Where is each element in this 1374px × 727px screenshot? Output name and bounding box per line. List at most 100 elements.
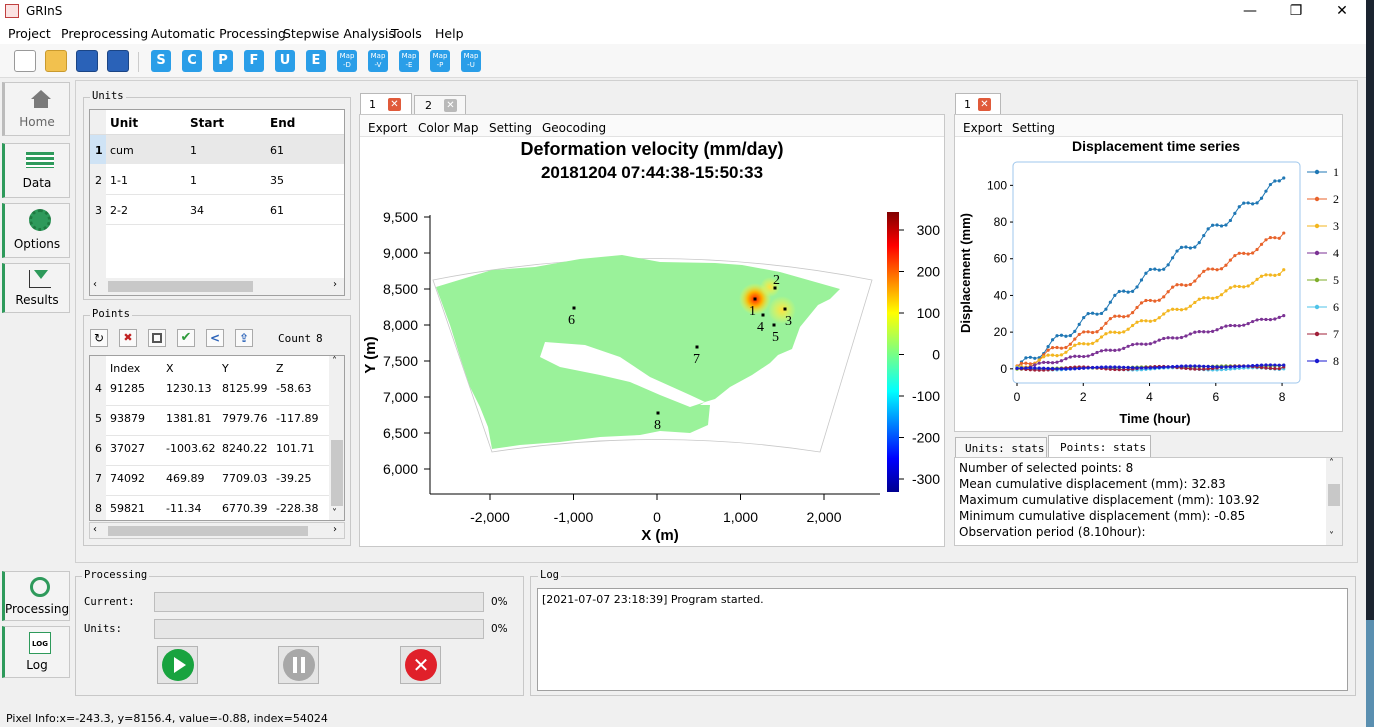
map-e-button[interactable]: Map -E xyxy=(399,50,419,72)
share-icon[interactable]: < xyxy=(206,329,224,347)
data-point xyxy=(1264,189,1268,193)
close-tab-icon[interactable]: ✕ xyxy=(444,99,457,112)
stats-scrollbar[interactable]: ˄ ˅ xyxy=(1326,458,1342,545)
map-point-marker[interactable] xyxy=(572,306,576,310)
map-menu-setting[interactable]: Setting xyxy=(489,121,532,135)
chart-x-tick-label: 0 xyxy=(1014,390,1021,404)
step-f-button[interactable]: F xyxy=(244,50,264,72)
delete-icon[interactable]: ✖ xyxy=(119,329,137,347)
pause-button[interactable] xyxy=(278,646,319,684)
menu-project[interactable]: Project xyxy=(8,26,51,41)
open-folder-icon[interactable] xyxy=(45,50,67,72)
points-header-x: X xyxy=(166,362,174,375)
data-point xyxy=(1144,298,1148,303)
refresh-icon[interactable]: ↻ xyxy=(90,329,108,347)
close-tab-icon[interactable]: ✕ xyxy=(978,98,991,111)
step-u-button[interactable]: U xyxy=(275,50,295,72)
ts-tab-1[interactable]: 1 ✕ xyxy=(955,93,1001,115)
sidebar-options[interactable]: Options xyxy=(2,203,70,258)
units-row[interactable] xyxy=(106,165,344,194)
close-window-button[interactable]: ✕ xyxy=(1319,0,1365,22)
sidebar-processing[interactable]: Processing xyxy=(2,571,70,621)
data-point xyxy=(1259,363,1264,367)
scroll-up-icon[interactable]: ˄ xyxy=(332,356,337,367)
data-point xyxy=(1215,268,1219,272)
colorbar-ticks: 300 200 100 0 -100 -200 -300 xyxy=(899,222,940,487)
data-point xyxy=(1259,196,1264,200)
start-button[interactable] xyxy=(157,646,198,684)
stop-button[interactable]: ✕ xyxy=(400,646,441,684)
stats-text-box[interactable]: Number of selected points: 8 Mean cumula… xyxy=(954,457,1343,546)
sidebar-results[interactable]: Results xyxy=(2,263,70,313)
map-v-button[interactable]: Map -V xyxy=(368,50,388,72)
restore-button[interactable]: ❐ xyxy=(1273,0,1319,22)
sidebar-home[interactable]: Home xyxy=(2,82,70,136)
map-menu-color-map[interactable]: Color Map xyxy=(418,121,478,135)
save-points-icon[interactable] xyxy=(148,329,166,347)
tab-units-stats[interactable]: Units: stats xyxy=(955,437,1047,458)
scroll-down-icon[interactable]: ˅ xyxy=(1329,531,1334,542)
sidebar-data[interactable]: Data xyxy=(2,143,70,198)
data-point xyxy=(1282,268,1286,272)
ts-menu-export[interactable]: Export xyxy=(963,121,1002,135)
ts-menu-setting[interactable]: Setting xyxy=(1012,121,1055,135)
deformation-map[interactable]: Deformation velocity (mm/day) 20181204 0… xyxy=(360,137,944,546)
step-s-button[interactable]: S xyxy=(151,50,171,72)
save-as-icon[interactable] xyxy=(107,50,129,72)
log-text-area[interactable]: [2021-07-07 23:18:39] Program started. xyxy=(537,588,1348,691)
menu-help[interactable]: Help xyxy=(435,26,464,41)
map-menu-geocoding[interactable]: Geocoding xyxy=(542,121,606,135)
map-point-marker[interactable] xyxy=(656,411,660,415)
data-point xyxy=(1126,327,1130,331)
sidebar-log[interactable]: LOG Log xyxy=(2,626,70,678)
units-horizontal-scrollbar[interactable]: ‹ › xyxy=(90,278,344,295)
map-point-marker[interactable] xyxy=(783,307,787,311)
tab-points-stats[interactable]: Points: stats xyxy=(1048,435,1151,458)
scroll-left-icon[interactable]: ‹ xyxy=(93,279,97,290)
data-point xyxy=(1273,363,1277,367)
save-icon[interactable] xyxy=(76,50,98,72)
map-tab-1[interactable]: 1 ✕ xyxy=(360,93,412,115)
step-c-button[interactable]: C xyxy=(182,50,202,72)
map-menu-export[interactable]: Export xyxy=(368,121,407,135)
map-point-marker[interactable] xyxy=(772,323,776,327)
step-p-button[interactable]: P xyxy=(213,50,233,72)
data-point xyxy=(1108,365,1112,369)
data-point xyxy=(1162,365,1166,369)
data-point xyxy=(1050,346,1055,350)
menu-tools[interactable]: Tools xyxy=(391,26,422,41)
data-point xyxy=(1197,364,1201,368)
units-row[interactable] xyxy=(106,195,344,224)
scroll-up-icon[interactable]: ˄ xyxy=(1329,458,1334,469)
map-point-marker[interactable] xyxy=(753,297,757,301)
map-point-marker[interactable] xyxy=(695,345,699,349)
scroll-left-icon[interactable]: ‹ xyxy=(93,524,97,535)
close-tab-icon[interactable]: ✕ xyxy=(388,98,401,111)
scroll-right-icon[interactable]: › xyxy=(333,279,337,290)
points-horizontal-scrollbar[interactable]: ‹ › xyxy=(89,522,345,539)
menu-preprocessing[interactable]: Preprocessing xyxy=(61,26,148,41)
scroll-right-icon[interactable]: › xyxy=(333,524,337,535)
legend-label: 4 xyxy=(1333,246,1339,260)
step-e-button[interactable]: E xyxy=(306,50,326,72)
data-point xyxy=(1037,361,1041,365)
scroll-down-icon[interactable]: ˅ xyxy=(332,508,337,519)
map-tab-2[interactable]: 2 ✕ xyxy=(414,95,466,115)
upload-icon[interactable]: ⇪ xyxy=(235,329,253,347)
map-x-tick-label: -2,000 xyxy=(470,509,510,525)
points-vertical-scrollbar[interactable]: ˄ ˅ xyxy=(329,356,344,520)
map-d-button[interactable]: Map -D xyxy=(337,50,357,72)
chart-y-tick-label: 40 xyxy=(994,288,1008,302)
map-u-button[interactable]: Map -U xyxy=(461,50,481,72)
map-point-marker[interactable] xyxy=(761,313,765,317)
menu-automatic-processing[interactable]: Automatic Processing xyxy=(151,26,286,41)
check-icon[interactable]: ✔ xyxy=(177,329,195,347)
chart-x-tick-label: 2 xyxy=(1080,390,1087,404)
data-point xyxy=(1242,201,1246,205)
new-file-icon[interactable] xyxy=(14,50,36,72)
data-point xyxy=(1095,330,1099,334)
displacement-chart[interactable]: Displacement time series 0 20 40 60 80 100 0 2 4… xyxy=(955,137,1342,431)
map-p-button[interactable]: Map -P xyxy=(430,50,450,72)
minimize-button[interactable]: — xyxy=(1227,0,1273,22)
menu-stepwise-analysis[interactable]: Stepwise Analysis xyxy=(283,26,395,41)
